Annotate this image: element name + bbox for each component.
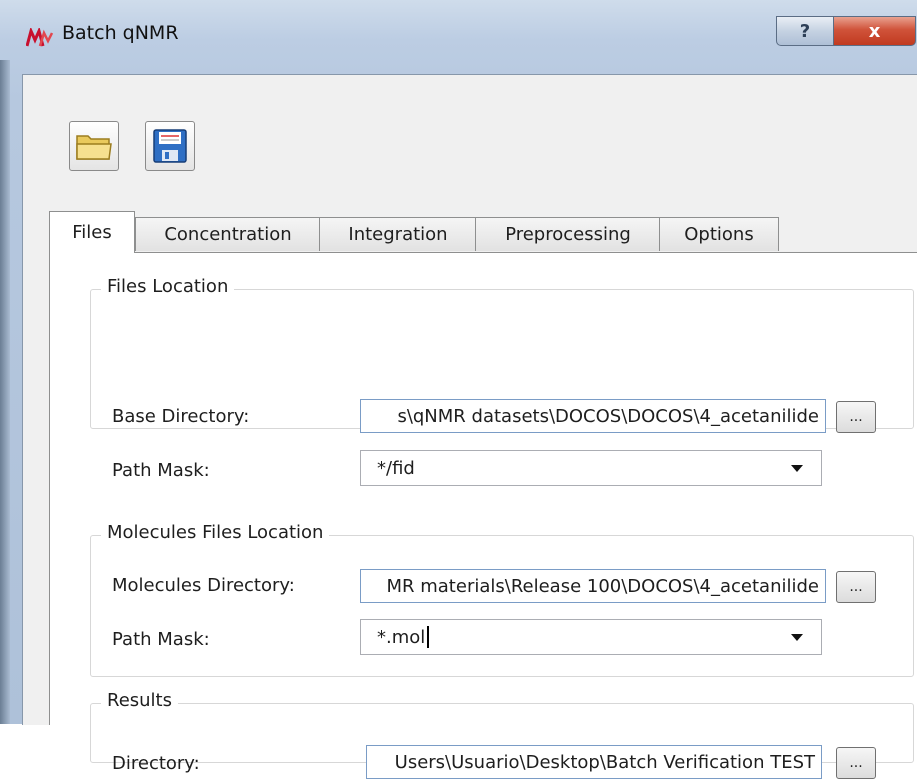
molecules-directory-browse-button[interactable]: ... (836, 571, 876, 603)
molecules-path-mask-value: *.mol (377, 626, 426, 648)
results-directory-input[interactable]: Users\Usuario\Desktop\Batch Verification… (366, 745, 822, 779)
tab-files[interactable]: Files (49, 211, 135, 253)
files-location-title: Files Location (101, 276, 235, 297)
files-path-mask-value: */fid (377, 457, 415, 479)
tab-concentration-label: Concentration (164, 224, 292, 245)
molecules-directory-label: Molecules Directory: (112, 575, 295, 596)
tab-options[interactable]: Options (659, 217, 779, 251)
molecules-path-mask-label: Path Mask: (112, 629, 210, 650)
base-directory-label: Base Directory: (112, 406, 250, 427)
results-directory-browse-button[interactable]: ... (836, 747, 876, 779)
base-directory-browse-button[interactable]: ... (836, 401, 876, 433)
close-button[interactable]: x (833, 16, 916, 46)
results-directory-label: Directory: (112, 753, 200, 774)
window-left-edge (0, 60, 10, 724)
results-title: Results (101, 690, 178, 711)
molecules-location-title: Molecules Files Location (101, 522, 330, 543)
window-title: Batch qNMR (62, 22, 179, 44)
folder-open-icon (76, 135, 112, 160)
dialog-client-area: Files Concentration Integration Preproce… (22, 74, 917, 779)
tab-preprocessing-label: Preprocessing (505, 224, 631, 245)
close-icon: x (868, 20, 881, 42)
tab-files-label: Files (72, 222, 112, 243)
caption-buttons: ? x (776, 16, 916, 46)
files-path-mask-select[interactable]: */fid (360, 450, 822, 486)
help-button[interactable]: ? (776, 16, 834, 46)
floppy-save-icon (153, 129, 187, 163)
app-logo-icon (26, 28, 54, 47)
molecules-directory-input[interactable]: MR materials\Release 100\DOCOS\4_acetani… (360, 569, 826, 603)
tab-options-label: Options (684, 224, 754, 245)
molecules-path-mask-select[interactable]: *.mol (360, 619, 822, 655)
tab-integration-label: Integration (348, 224, 448, 245)
molecules-location-group: Molecules Files Location (90, 522, 914, 677)
text-caret (427, 626, 430, 648)
save-button[interactable] (145, 121, 195, 171)
chevron-down-icon (791, 634, 803, 641)
chevron-down-icon (791, 465, 803, 472)
base-directory-input[interactable]: s\qNMR datasets\DOCOS\DOCOS\4_acetanilid… (360, 399, 826, 433)
help-icon: ? (799, 20, 811, 42)
tab-concentration[interactable]: Concentration (135, 217, 321, 251)
tab-integration[interactable]: Integration (319, 217, 477, 251)
tab-preprocessing[interactable]: Preprocessing (475, 217, 661, 251)
open-button[interactable] (69, 121, 119, 171)
files-path-mask-label: Path Mask: (112, 460, 210, 481)
files-tab-panel: Files Location Base Directory: s\qNMR da… (49, 252, 917, 779)
